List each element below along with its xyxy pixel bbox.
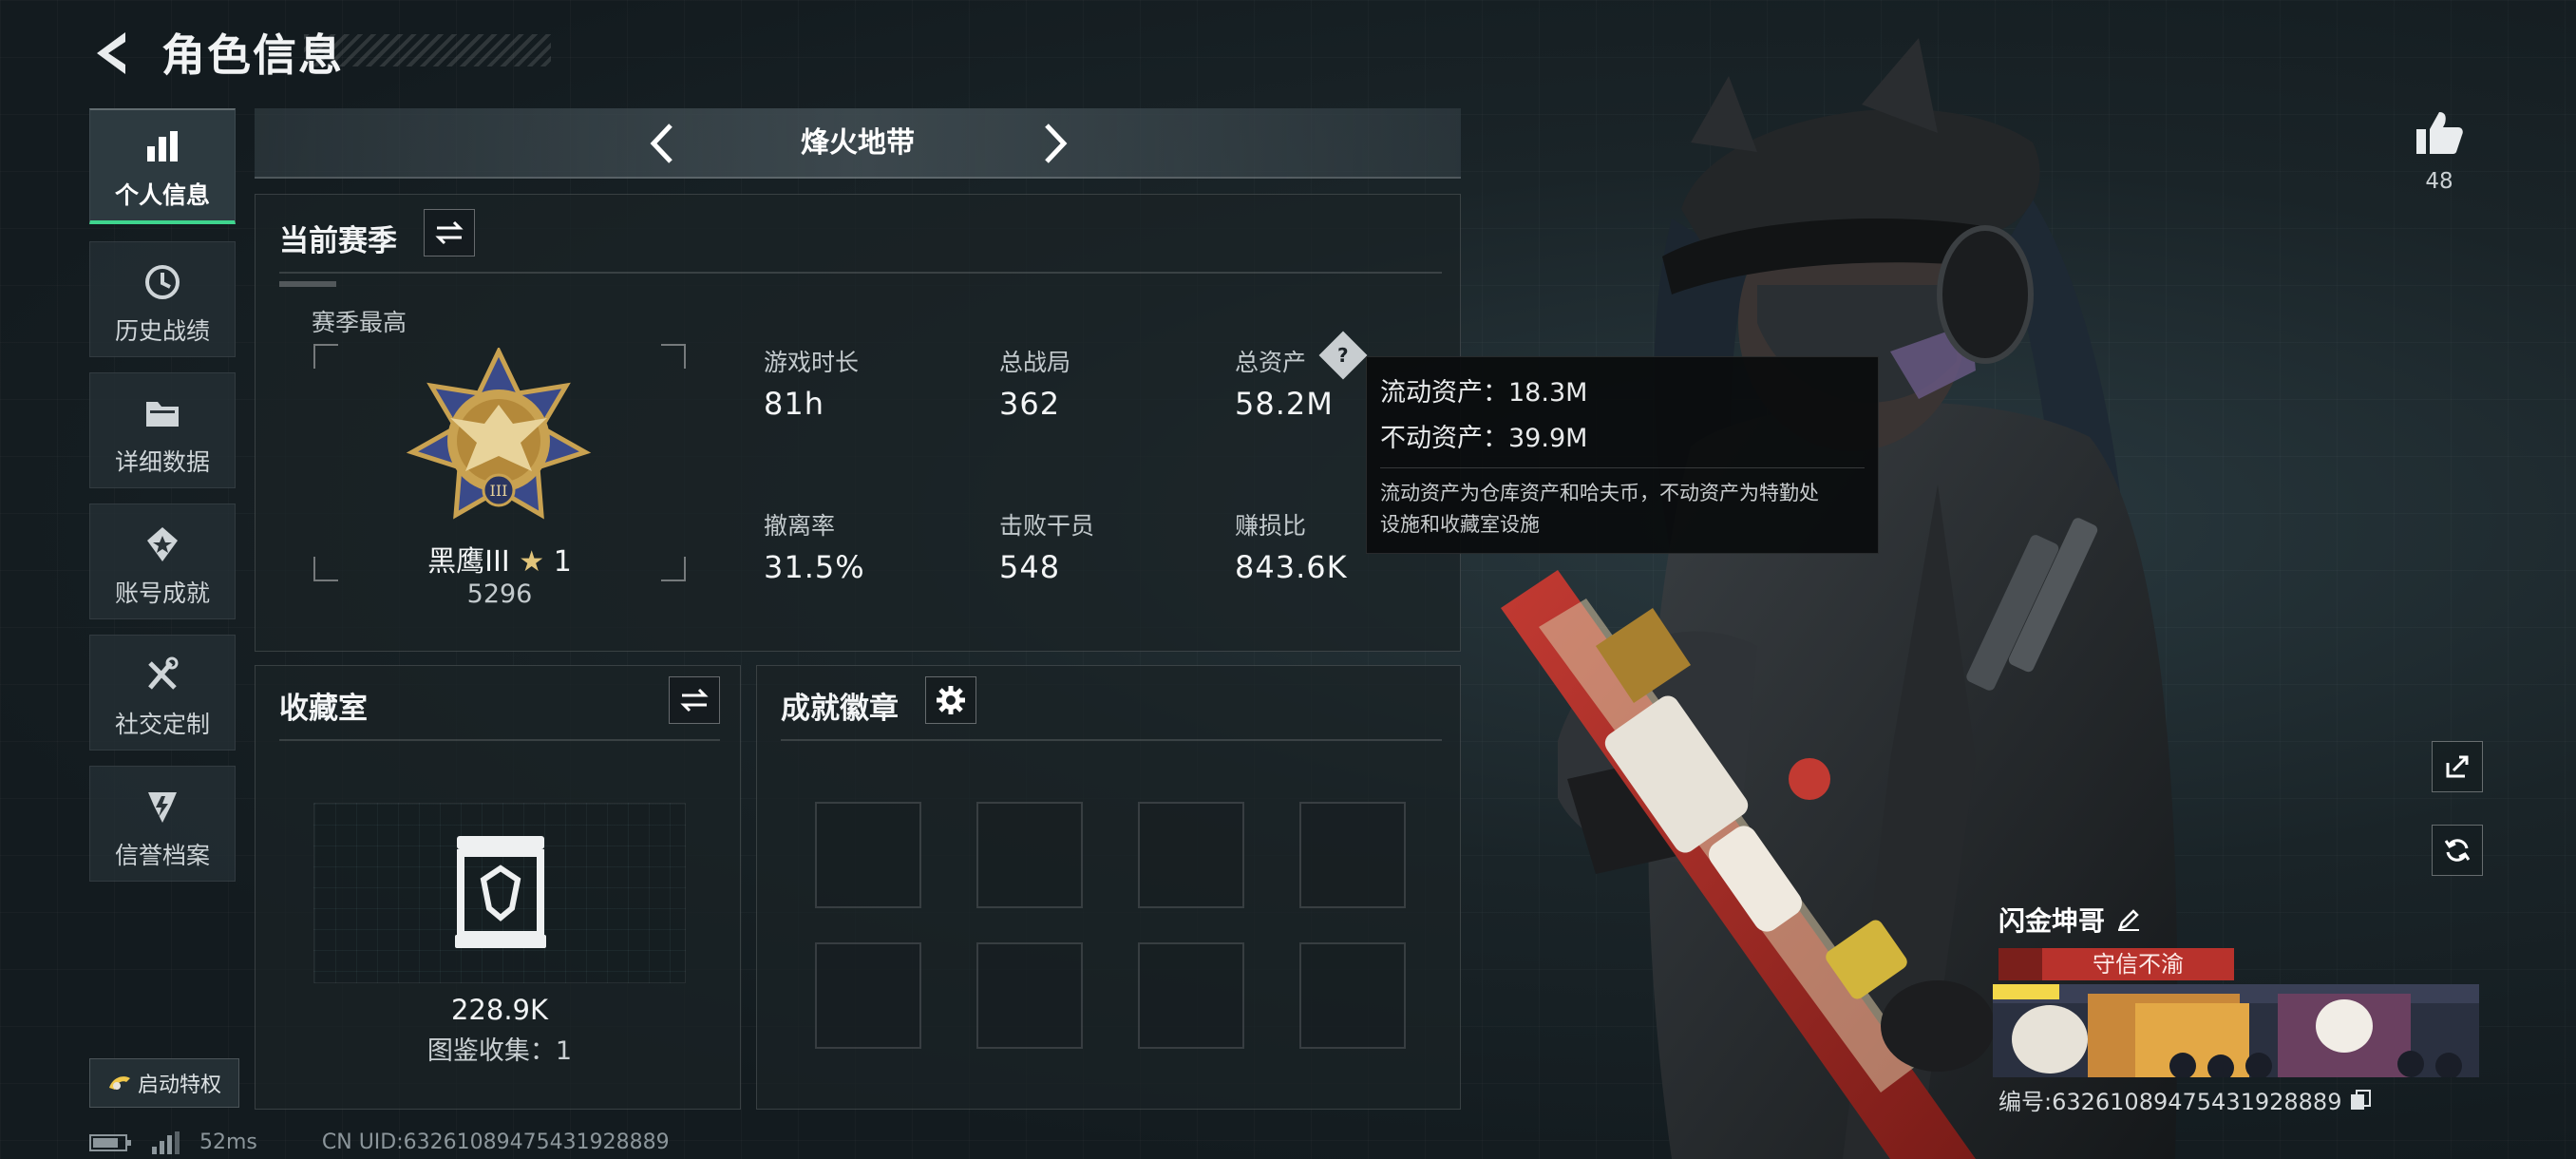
- badge-slot[interactable]: [1138, 802, 1244, 908]
- player-name-row: 闪金坤哥: [1998, 901, 2141, 939]
- season-switch-button[interactable]: [424, 209, 475, 256]
- page-title: 角色信息: [161, 29, 344, 81]
- copy-icon[interactable]: [2349, 1089, 2372, 1112]
- stat-value: 58.2M: [1235, 386, 1334, 422]
- badge-slot[interactable]: [815, 802, 921, 908]
- mode-prev-arrow-icon[interactable]: [638, 118, 690, 169]
- credit-shield-icon: [140, 784, 185, 829]
- sidebar-item-label: 个人信息: [114, 181, 210, 209]
- season-divider: [279, 272, 1442, 274]
- sidebar-item-personal-info[interactable]: 个人信息: [89, 108, 236, 224]
- mode-selector: 烽火地带: [255, 108, 1461, 179]
- rank-star-icon: ★: [519, 545, 545, 579]
- player-id: 编号:63261089475431928889: [1998, 1089, 2342, 1115]
- rank-name-row: 黑鹰III ★ 1: [313, 538, 686, 580]
- badges-title: 成就徽章: [781, 692, 899, 726]
- collection-preview[interactable]: [313, 803, 686, 983]
- refresh-button[interactable]: [2432, 825, 2483, 876]
- stat-value: 81h: [764, 386, 824, 422]
- signal-icon: [152, 1130, 180, 1154]
- ping-value: 52ms: [199, 1130, 257, 1154]
- tooltip-note-line1: 流动资产为仓库资产和哈夫币，不动资产为特勤处: [1380, 482, 1819, 504]
- sidebar-item-label: 社交定制: [114, 711, 210, 738]
- collection-count: 图鉴收集：1: [426, 1036, 573, 1066]
- player-motto: 守信不渝: [2042, 948, 2234, 980]
- bar-chart-icon: [140, 124, 185, 169]
- help-question-icon: ?: [1337, 343, 1349, 367]
- collection-divider: [279, 739, 720, 741]
- badge-slot[interactable]: [815, 942, 921, 1049]
- swap-icon: [680, 688, 709, 712]
- back-arrow-icon[interactable]: [87, 27, 141, 80]
- launch-icon: [108, 1076, 130, 1090]
- season-title: 当前赛季: [279, 224, 397, 258]
- achievement-star-icon: [140, 522, 185, 567]
- badge-slot[interactable]: [976, 802, 1083, 908]
- stat-value: 548: [999, 549, 1061, 585]
- collection-switch-button[interactable]: [669, 676, 720, 724]
- history-clock-icon: [140, 259, 185, 305]
- tools-icon: [140, 653, 185, 698]
- asset-tooltip: 流动资产：18.3M 不动资产：39.9M 流动资产为仓库资产和哈夫币，不动资产…: [1366, 356, 1879, 554]
- badge-slot[interactable]: [1299, 802, 1406, 908]
- thumbs-up-icon[interactable]: [2413, 106, 2466, 160]
- folder-icon: [140, 390, 185, 436]
- collection-value: 228.9K: [450, 994, 549, 1026]
- sidebar-item-label: 详细数据: [114, 448, 210, 476]
- display-case-icon: [455, 836, 546, 948]
- refresh-icon: [2444, 839, 2471, 862]
- rank-star-count: 1: [553, 545, 572, 579]
- edit-pencil-icon[interactable]: [2116, 907, 2141, 932]
- sidebar-item-credit[interactable]: 信誉档案: [89, 766, 236, 882]
- svg-text:III: III: [490, 482, 508, 500]
- tooltip-note-line2: 设施和收藏室设施: [1380, 513, 1540, 536]
- stat-value: 31.5%: [764, 549, 865, 585]
- badge-slot[interactable]: [976, 942, 1083, 1049]
- sidebar-item-detail-data[interactable]: 详细数据: [89, 372, 236, 488]
- motto-flag-icon: [1998, 948, 2044, 980]
- like-count: 48: [2425, 169, 2453, 194]
- rank-score: 5296: [466, 580, 533, 609]
- rank-name: 黑鹰III: [427, 545, 510, 579]
- sidebar-item-label: 信誉档案: [114, 842, 210, 869]
- sidebar-item-social[interactable]: 社交定制: [89, 635, 236, 750]
- stat-value: 843.6K: [1235, 549, 1348, 585]
- badges-settings-button[interactable]: [925, 676, 976, 724]
- sidebar-item-label: 历史战绩: [114, 317, 210, 345]
- collection-title: 收藏室: [279, 692, 368, 726]
- stat-label: 游戏时长: [764, 349, 860, 376]
- stat-value: 362: [999, 386, 1061, 422]
- stat-label: 总资产: [1235, 349, 1307, 376]
- swap-icon: [435, 220, 464, 245]
- stat-label: 撤离率: [764, 512, 836, 540]
- uid-label: CN UID:63261089475431928889: [321, 1130, 670, 1154]
- sidebar-item-label: 账号成就: [114, 580, 210, 607]
- tooltip-divider: [1380, 467, 1865, 468]
- rank-eagle-medal-icon: III: [406, 348, 592, 520]
- player-banner-image: [1993, 984, 2479, 1077]
- stat-label: 击败干员: [999, 512, 1095, 540]
- share-button[interactable]: [2432, 741, 2483, 792]
- sidebar-item-history[interactable]: 历史战绩: [89, 241, 236, 357]
- status-bar: 52ms CN UID:63261089475431928889: [89, 1130, 670, 1154]
- share-icon: [2446, 755, 2469, 778]
- stat-label: 赚损比: [1235, 512, 1307, 540]
- battery-icon: [89, 1133, 131, 1151]
- player-name: 闪金坤哥: [1998, 905, 2106, 937]
- badge-slot[interactable]: [1299, 942, 1406, 1049]
- stat-label: 总战局: [999, 349, 1071, 376]
- badge-slot[interactable]: [1138, 942, 1244, 1049]
- divider-accent: [279, 281, 336, 287]
- season-best-label: 赛季最高: [312, 309, 407, 336]
- player-id-row: 编号:63261089475431928889: [1998, 1083, 2372, 1116]
- tooltip-fixed-assets: 不动资产：39.9M: [1380, 424, 1588, 453]
- mode-next-arrow-icon[interactable]: [1028, 118, 1079, 169]
- launch-privilege-button[interactable]: 启动特权: [89, 1058, 239, 1108]
- badges-divider: [781, 739, 1442, 741]
- launch-privilege-label: 启动特权: [137, 1074, 221, 1097]
- sidebar-item-achievements[interactable]: 账号成就: [89, 504, 236, 619]
- gear-icon: [937, 686, 965, 714]
- mode-title: 烽火地带: [801, 126, 915, 160]
- tooltip-liquid-assets: 流动资产：18.3M: [1380, 378, 1588, 408]
